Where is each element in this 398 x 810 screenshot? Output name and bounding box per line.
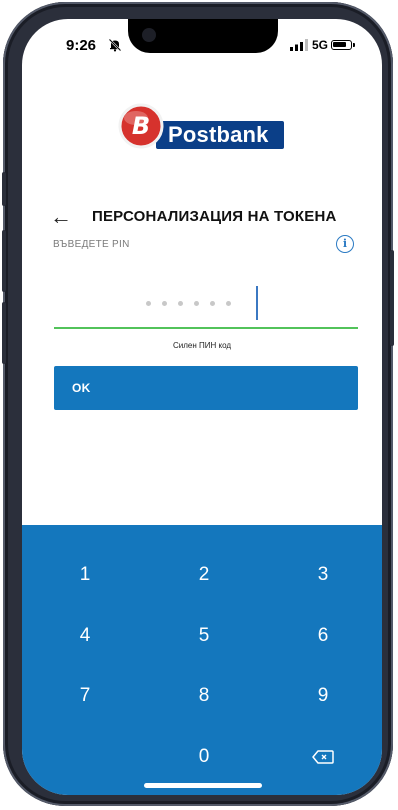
key-0[interactable]: 0 — [159, 737, 249, 777]
key-7[interactable]: 7 — [40, 676, 130, 716]
ok-button[interactable]: OK — [54, 366, 358, 410]
info-icon[interactable]: i — [336, 235, 354, 253]
numeric-keypad: 1 2 3 4 5 6 7 8 9 0 — [22, 525, 382, 795]
key-5[interactable]: 5 — [159, 616, 249, 656]
pin-dots — [146, 301, 231, 306]
page-title: ПЕРСОНАЛИЗАЦИЯ НА ТОКЕНА — [92, 208, 337, 225]
key-9[interactable]: 9 — [278, 676, 368, 716]
text-caret — [256, 286, 258, 320]
pin-dot — [178, 301, 183, 306]
postbank-logo: Postbank B — [118, 103, 288, 151]
pin-strength-line — [54, 327, 358, 329]
bell-slash-icon — [108, 38, 122, 52]
key-6[interactable]: 6 — [278, 616, 368, 656]
status-time: 9:26 — [66, 37, 97, 54]
key-2[interactable]: 2 — [159, 555, 249, 595]
network-type: 5G — [312, 38, 329, 52]
pin-prompt-label: ВЪВЕДЕТЕ PIN — [53, 239, 130, 250]
battery-icon — [331, 40, 355, 50]
status-bar: 9:26 5G — [22, 37, 382, 57]
postbank-badge-icon: B — [118, 103, 164, 149]
key-8[interactable]: 8 — [159, 676, 249, 716]
screen: 9:26 5G Postbank B ← ПЕРСОНАЛИЗАЦИЯ НА Т… — [22, 19, 382, 795]
pin-input[interactable] — [54, 281, 356, 321]
page-header: ← ПЕРСОНАЛИЗАЦИЯ НА ТОКЕНА — [50, 205, 370, 231]
logo-text: Postbank — [168, 122, 269, 147]
side-button — [390, 250, 394, 346]
signal-icon — [290, 39, 308, 51]
side-button — [2, 230, 6, 292]
home-indicator[interactable] — [144, 783, 262, 788]
pin-dot — [194, 301, 199, 306]
side-button — [2, 302, 6, 364]
pin-dot — [210, 301, 215, 306]
key-3[interactable]: 3 — [278, 555, 368, 595]
pin-dot — [162, 301, 167, 306]
pin-strength-label: Силен ПИН код — [172, 341, 232, 350]
backspace-key[interactable] — [278, 737, 368, 777]
pin-dot — [226, 301, 231, 306]
key-1[interactable]: 1 — [40, 555, 130, 595]
key-4[interactable]: 4 — [40, 616, 130, 656]
side-button — [2, 172, 6, 206]
pin-dot — [146, 301, 151, 306]
phone-frame: 9:26 5G Postbank B ← ПЕРСОНАЛИЗАЦИЯ НА Т… — [2, 2, 394, 806]
ok-button-label: OK — [72, 381, 91, 395]
badge-letter: B — [132, 112, 150, 140]
back-arrow-icon[interactable]: ← — [50, 205, 72, 229]
backspace-icon — [312, 750, 334, 764]
